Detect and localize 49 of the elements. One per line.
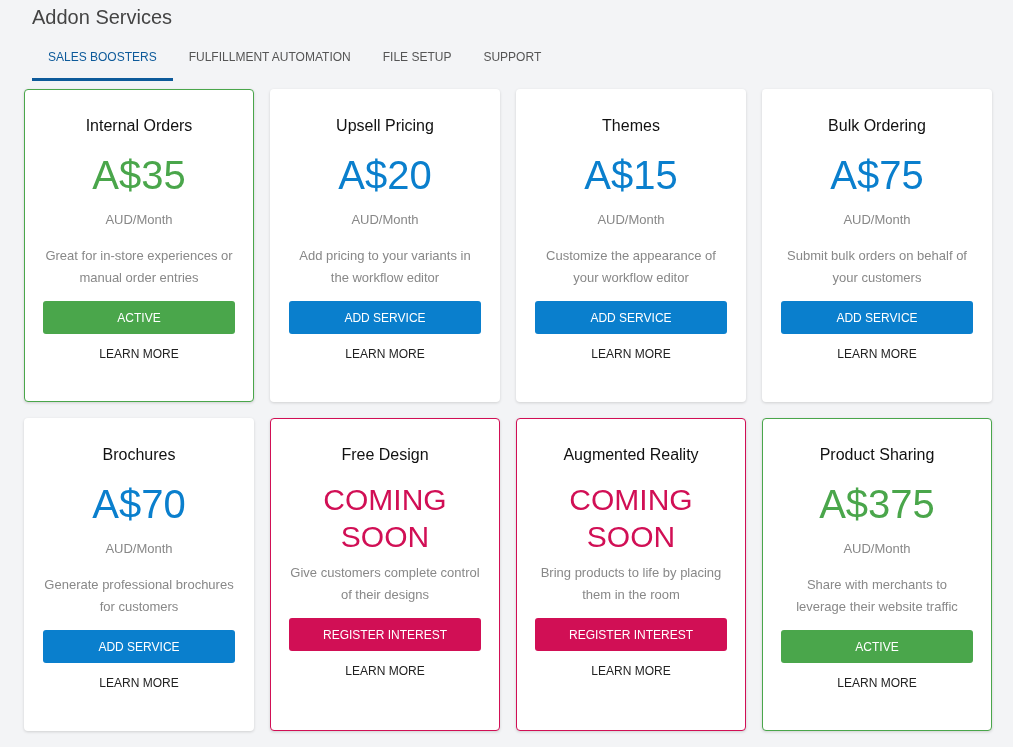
price: A$375 [819,481,935,527]
tab[interactable]: FULFILLMENT AUTOMATION [172,40,367,81]
price: A$20 [338,152,432,198]
learn-more-link[interactable]: LEARN MORE [93,675,185,691]
register-interest-button[interactable]: REGISTER INTEREST [535,618,727,651]
price: A$35 [92,152,186,198]
price-period: AUD/Month [105,212,173,227]
service-name: Bulk Ordering [828,117,926,135]
learn-more-link[interactable]: LEARN MORE [585,346,677,362]
service-description: Generate professional brochures for customers [43,576,235,616]
service-description: Bring products to life by placing them in the room [539,564,723,604]
learn-more-link[interactable]: LEARN MORE [831,346,923,362]
add-service-button[interactable]: ADD SERVICE [43,630,235,663]
service-name: Brochures [102,446,176,464]
learn-more-link[interactable]: LEARN MORE [339,346,431,362]
status-label: COMING SOON [322,482,448,555]
price-period: AUD/Month [105,541,173,556]
price: A$75 [830,152,924,198]
add-service-button[interactable]: ADD SERVICE [535,301,727,334]
learn-more-link[interactable]: LEARN MORE [93,346,185,362]
service-description: Add pricing to your variants in the workflow editor [298,247,472,287]
add-service-button[interactable]: ADD SERVICE [289,301,481,334]
add-service-button[interactable]: ADD SERVICE [781,301,973,334]
service-name: Themes [602,117,660,135]
learn-more-link[interactable]: LEARN MORE [585,663,677,679]
learn-more-link[interactable]: LEARN MORE [831,675,923,691]
service-name: Upsell Pricing [336,117,434,135]
page-title: Addon Services [31,5,174,30]
service-description: Great for in-store experiences or manual order entries [44,247,234,287]
service-name: Internal Orders [85,117,193,135]
tab[interactable]: SALES BOOSTERS [32,40,173,81]
price-period: AUD/Month [597,212,665,227]
price-period: AUD/Month [351,212,419,227]
tab[interactable]: FILE SETUP [366,40,468,81]
service-description: Submit bulk orders on behalf of your customers [786,247,968,287]
price-period: AUD/Month [843,541,911,556]
service-name: Free Design [341,446,429,464]
service-description: Give customers complete control of their designs [289,564,481,604]
status-label: COMING SOON [568,482,694,555]
price-period: AUD/Month [843,212,911,227]
register-interest-button[interactable]: REGISTER INTEREST [289,618,481,651]
price: A$70 [92,481,186,527]
service-description: Customize the appearance of your workflow editor [545,247,717,287]
learn-more-link[interactable]: LEARN MORE [339,663,431,679]
service-description: Share with merchants to leverage their website traffic [795,576,959,616]
tab[interactable]: SUPPORT [467,40,558,81]
service-name: Augmented Reality [563,446,699,464]
price: A$15 [584,152,678,198]
service-name: Product Sharing [819,446,935,464]
